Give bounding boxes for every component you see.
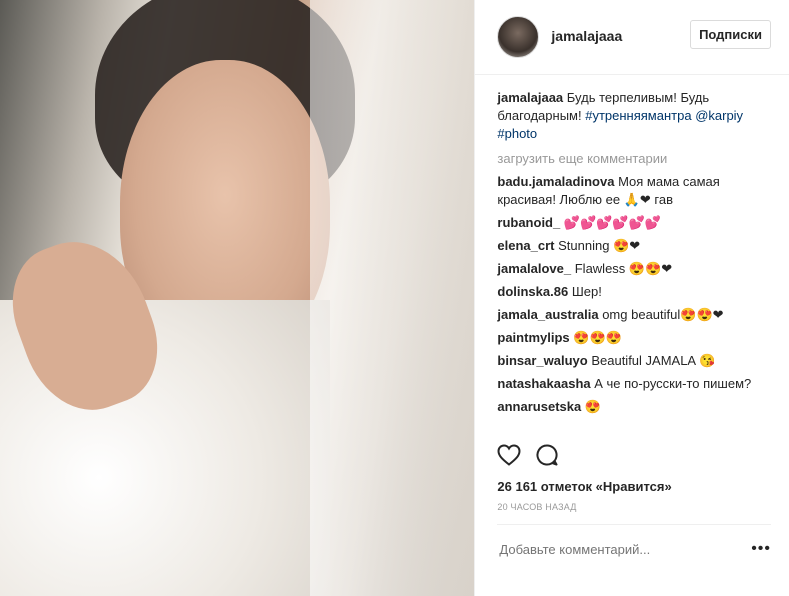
comment-text: Flawless 😍😍❤ [574,261,673,276]
comment-item: badu.jamaladinova Моя мама самая красива… [497,173,771,209]
comment-username[interactable]: annarusetska [497,399,581,414]
comment-item: natashakaasha А че по-русски-то пишем? [497,375,771,393]
hashtag-link[interactable]: #photo [497,126,537,141]
comment-username[interactable]: natashakaasha [497,376,590,391]
comment-item: binsar_waluyo Beautiful JAMALA 😘 [497,352,771,370]
comment-text: 😍😍😍 [573,330,622,345]
post-header: jamalajaaa Подписки [475,0,789,75]
post-photo[interactable] [0,0,475,596]
comment-item: jamala_australia omg beautiful😍😍❤ [497,306,771,324]
comment-input[interactable] [497,540,752,558]
mention-link[interactable]: @karpiy [695,108,743,123]
photo-veil-shape [310,0,475,596]
comment-username[interactable]: jamala_australia [497,307,598,322]
post-timestamp: 20 ЧАСОВ НАЗАД [497,502,577,512]
author-username[interactable]: jamalajaaa [551,28,622,44]
comment-username[interactable]: elena_crt [497,238,554,253]
comment-icon[interactable] [535,443,559,472]
comment-item: dolinska.86 Шер! [497,283,771,301]
post-sidebar: jamalajaaa Подписки jamalajaaa Будь терп… [474,0,789,596]
comment-username[interactable]: badu.jamaladinova [497,174,614,189]
more-options-icon[interactable]: ••• [751,540,771,558]
likes-count[interactable]: 26 161 отметок «Нравится» [475,471,789,494]
comment-item: elena_crt Stunning 😍❤ [497,237,771,255]
comment-username[interactable]: rubanoid_ [497,215,560,230]
heart-icon[interactable] [497,443,521,471]
follow-button[interactable]: Подписки [690,20,771,49]
comment-username[interactable]: paintmylips [497,330,569,345]
add-comment-bar: ••• [497,524,771,573]
caption: jamalajaaa Будь терпеливым! Будь благода… [497,89,771,143]
comment-username[interactable]: jamalalove_ [497,261,571,276]
comment-text: Шер! [571,284,602,299]
comment-username[interactable]: binsar_waluyo [497,353,587,368]
action-bar [475,443,789,471]
avatar[interactable] [497,16,540,58]
comment-item: paintmylips 😍😍😍 [497,329,771,347]
comment-text: Beautiful JAMALA 😘 [591,353,716,368]
instagram-post: jamalajaaa Подписки jamalajaaa Будь терп… [0,0,789,596]
comment-item: annarusetska 😍 [497,398,771,416]
comment-text: Stunning 😍❤ [558,238,641,253]
comment-item: rubanoid_ 💕💕💕💕💕💕 [497,214,771,232]
caption-username[interactable]: jamalajaaa [497,90,563,105]
comment-item: jamalalove_ Flawless 😍😍❤ [497,260,771,278]
hashtag-link[interactable]: #утренняямантра [585,108,691,123]
load-more-comments-link[interactable]: загрузить еще комментарии [497,150,771,168]
comment-username[interactable]: dolinska.86 [497,284,568,299]
comments-section: jamalajaaa Будь терпеливым! Будь благода… [475,75,789,443]
comment-text: omg beautiful😍😍❤ [602,307,724,322]
comment-text: 😍 [584,399,602,414]
comment-text: А че по-русски-то пишем? [594,376,752,391]
comment-text: 💕💕💕💕💕💕 [563,215,661,230]
